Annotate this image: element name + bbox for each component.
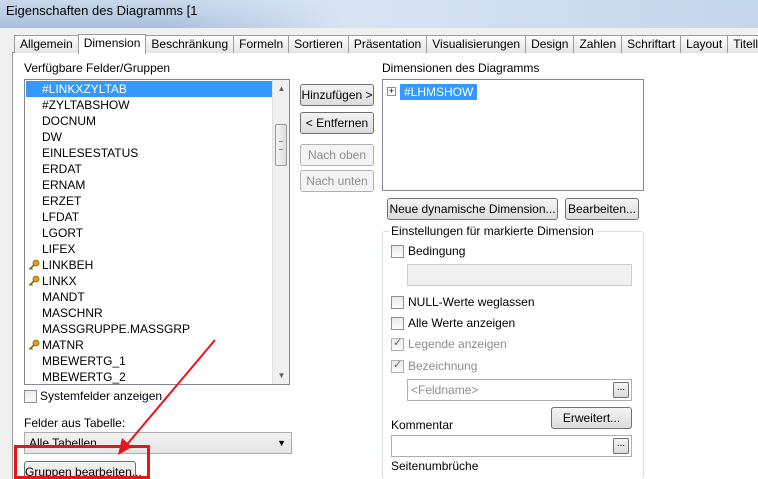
- annotation-arrow: [118, 339, 216, 455]
- tab-dimension[interactable]: Dimension: [77, 34, 147, 54]
